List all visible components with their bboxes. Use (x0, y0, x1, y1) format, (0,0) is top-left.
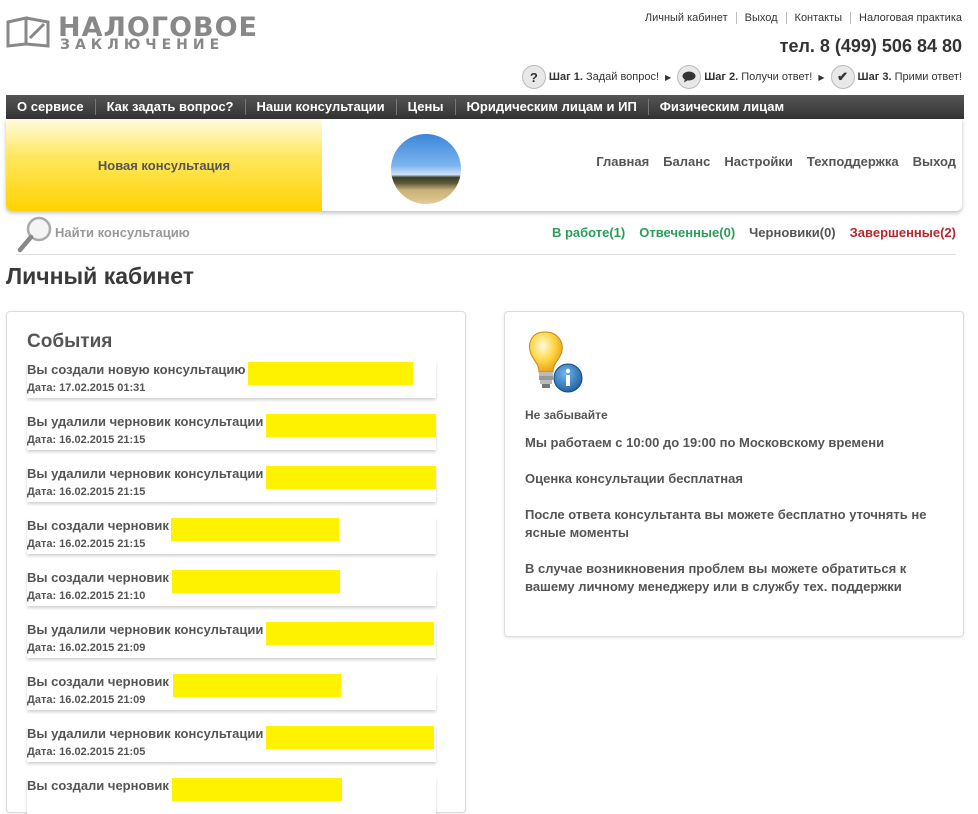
info-box: Не забывайте Мы работаем с 10:00 до 19:0… (504, 311, 964, 637)
status-filters: В работе(1) Отвеченные(0) Черновики(0) З… (552, 225, 956, 240)
filter-in-work[interactable]: В работе(1) (552, 225, 625, 240)
step-2: Шаг 2. Получи ответ! (704, 71, 813, 83)
user-panel: Новая консультация Главная Баланс Настро… (6, 119, 962, 211)
filter-drafts[interactable]: Черновики(0) (749, 225, 835, 240)
nav-support[interactable]: Техподдержка (807, 154, 899, 169)
logo-subtitle: ЗАКЛЮЧЕНИЕ (60, 37, 225, 53)
event-item: Вы удалили черновик консультации Дата: 1… (27, 466, 436, 502)
step-1: Шаг 1. Задай вопрос! (548, 71, 660, 83)
event-text: Вы создали черновик (27, 518, 169, 533)
redacted-link[interactable] (172, 778, 342, 801)
redacted-link[interactable] (266, 726, 434, 749)
avatar[interactable] (391, 134, 461, 204)
menu-about[interactable]: О сервисе (6, 99, 96, 115)
event-item: Вы удалили черновик консультации Дата: 1… (27, 414, 436, 450)
event-item: Вы удалили черновик консультации Дата: 1… (27, 726, 436, 762)
event-text: Вы удалили черновик консультации (27, 622, 264, 637)
top-links: Личный кабинет Выход Контакты Налоговая пра… (637, 12, 962, 24)
link-tax-practice[interactable]: Налоговая практика (850, 12, 962, 24)
lightbulb-info-icon (529, 331, 583, 393)
redacted-link[interactable] (266, 466, 436, 489)
info-title: Не забывайте (525, 408, 608, 422)
search-row: Найти консультацию В работе(1) Отвеченны… (16, 212, 956, 255)
nav-home[interactable]: Главная (596, 154, 649, 169)
speech-bubble-icon (677, 65, 702, 89)
filter-completed[interactable]: Завершенные(2) (850, 225, 956, 240)
menu-consultations[interactable]: Наши консультации (246, 99, 397, 115)
event-date: Дата: 16.02.2015 21:05 (27, 746, 146, 758)
menu-how-to-ask[interactable]: Как задать вопрос? (96, 99, 246, 115)
event-text: Вы удалили черновик консультации (27, 466, 264, 481)
event-text: Вы создали черновик (27, 570, 169, 585)
redacted-link[interactable] (171, 518, 339, 541)
phone-number: тел. 8 (499) 506 84 80 (779, 36, 962, 56)
event-item: Вы создали черновик Дата: 16.02.2015 21:… (27, 570, 436, 606)
event-item: Вы удалили черновик консультации Дата: 1… (27, 622, 436, 658)
event-item: Вы создали черновик (27, 778, 436, 814)
event-item: Вы создали новую консультацию Дата: 17.0… (27, 362, 436, 398)
redacted-link[interactable] (172, 570, 340, 593)
info-hours: Мы работаем с 10:00 до 19:00 по Московск… (525, 435, 885, 450)
redacted-link[interactable] (173, 674, 341, 697)
book-pen-icon (6, 16, 50, 48)
menu-prices[interactable]: Цены (397, 99, 456, 115)
info-free-estimate: Оценка консультации бесплатная (525, 471, 743, 486)
event-text: Вы создали новую консультацию (27, 362, 246, 377)
step-3: Шаг 3. Прими ответ! (857, 71, 962, 83)
menu-legal-entities[interactable]: Юридическим лицам и ИП (456, 99, 649, 115)
nav-logout[interactable]: Выход (913, 154, 956, 169)
arrow-icon: ▶ (818, 72, 825, 82)
arrow-icon: ▶ (665, 72, 672, 82)
event-date: Дата: 16.02.2015 21:10 (27, 590, 146, 602)
events-box: События Вы создали новую консультацию Да… (6, 311, 466, 814)
link-cabinet[interactable]: Личный кабинет (637, 12, 736, 24)
menu-individuals[interactable]: Физическим лицам (649, 99, 795, 115)
event-date: Дата: 17.02.2015 01:31 (27, 382, 146, 394)
redacted-link[interactable] (248, 362, 413, 385)
question-icon: ? (521, 65, 546, 89)
redacted-link[interactable] (266, 622, 434, 645)
filter-answered[interactable]: Отвеченные(0) (639, 225, 735, 240)
main-menu: О сервисе Как задать вопрос? Наши консул… (6, 95, 964, 119)
event-text: Вы удалили черновик консультации (27, 726, 264, 741)
site-logo[interactable]: НАЛОГОВОЕ ЗАКЛЮЧЕНИЕ (6, 12, 257, 54)
search-consultation-link[interactable]: Найти консультацию (55, 225, 190, 240)
event-date: Дата: 16.02.2015 21:15 (27, 538, 146, 550)
redacted-link[interactable] (266, 414, 436, 437)
link-contacts[interactable]: Контакты (785, 12, 851, 24)
event-text: Вы удалили черновик консультации (27, 414, 264, 429)
nav-balance[interactable]: Баланс (663, 154, 710, 169)
page-title: Личный кабинет (6, 263, 194, 289)
events-title: События (27, 331, 113, 352)
magnifier-icon[interactable] (16, 214, 56, 254)
event-date: Дата: 16.02.2015 21:09 (27, 694, 146, 706)
new-consultation-button[interactable]: Новая консультация (6, 119, 322, 211)
panel-nav: Главная Баланс Настройки Техподдержка Вы… (596, 154, 956, 169)
event-text: Вы создали черновик (27, 674, 169, 689)
event-date: Дата: 16.02.2015 21:15 (27, 434, 146, 446)
link-logout[interactable]: Выход (735, 12, 786, 24)
nav-settings[interactable]: Настройки (724, 154, 793, 169)
checkmark-icon: ✔ (830, 65, 855, 89)
steps-bar: ? Шаг 1. Задай вопрос! ▶ Шаг 2. Получи о… (521, 65, 962, 89)
event-date: Дата: 16.02.2015 21:09 (27, 642, 146, 654)
event-item: Вы создали черновик Дата: 16.02.2015 21:… (27, 518, 436, 554)
info-clarification: После ответа консультанта вы можете бесп… (525, 507, 927, 540)
event-item: Вы создали черновик Дата: 16.02.2015 21:… (27, 674, 436, 710)
info-support: В случае возникновения проблем вы можете… (525, 561, 907, 594)
event-date: Дата: 16.02.2015 21:15 (27, 486, 146, 498)
event-text: Вы создали черновик (27, 778, 169, 793)
